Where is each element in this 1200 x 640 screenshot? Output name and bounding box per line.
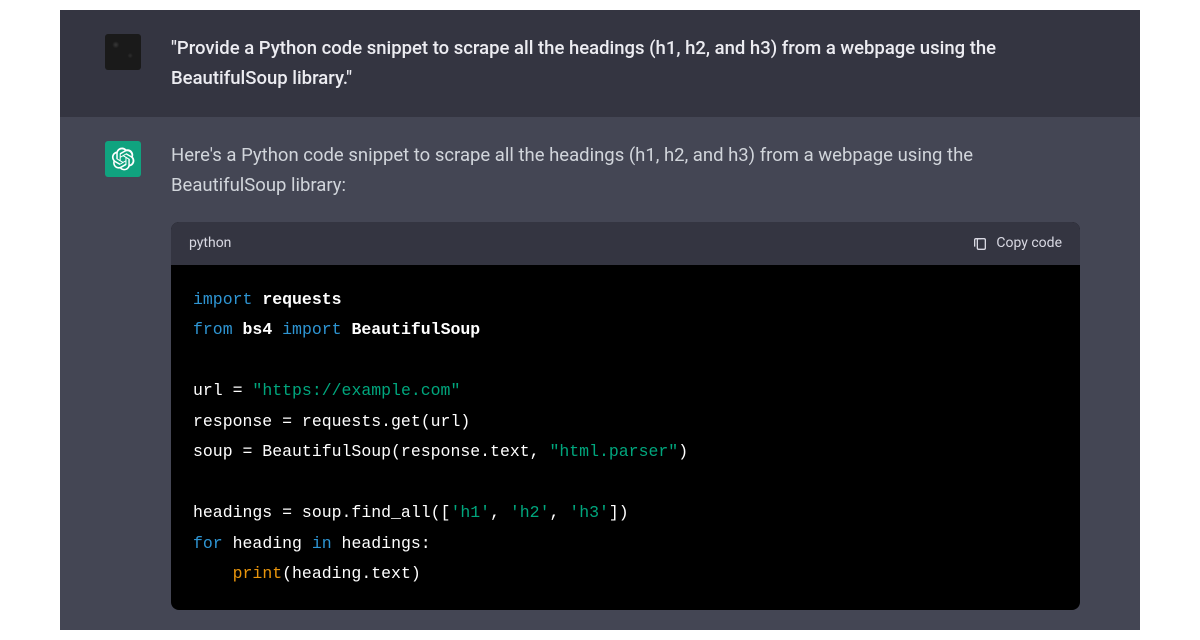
clipboard-icon [972,236,988,252]
chat-container: "Provide a Python code snippet to scrape… [60,10,1140,630]
copy-code-button[interactable]: Copy code [972,232,1062,254]
assistant-intro-text: Here's a Python code snippet to scrape a… [171,141,1080,200]
code-block: python Copy code import requests from bs… [171,222,1080,610]
code-language-label: python [189,232,231,254]
code-header: python Copy code [171,222,1080,264]
openai-logo-icon [111,147,135,171]
assistant-avatar [105,141,141,177]
user-avatar [105,34,141,70]
assistant-message-content: Here's a Python code snippet to scrape a… [171,141,1080,610]
user-message: "Provide a Python code snippet to scrape… [60,10,1140,117]
user-message-text: "Provide a Python code snippet to scrape… [171,34,1080,93]
copy-code-label: Copy code [996,232,1062,254]
code-body[interactable]: import requests from bs4 import Beautifu… [171,265,1080,610]
assistant-message: Here's a Python code snippet to scrape a… [60,117,1140,630]
